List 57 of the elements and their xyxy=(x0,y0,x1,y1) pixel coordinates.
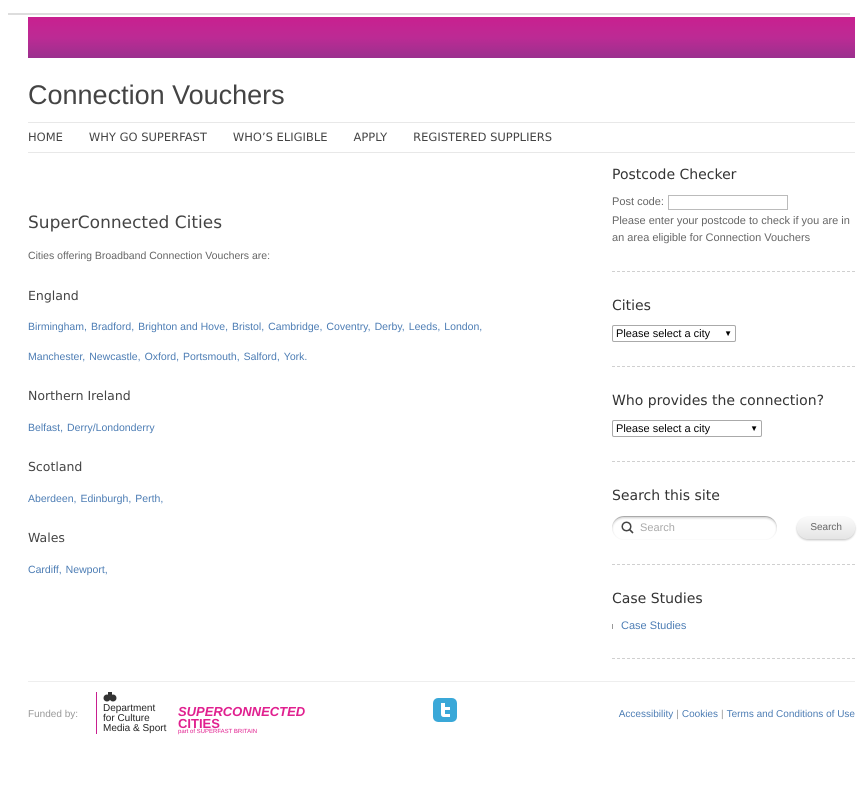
help-text: Please enter your postcode to check if you are in an area eligible for Connection Vouchers xyxy=(612,214,851,246)
city-link[interactable]: Salford, xyxy=(244,349,280,366)
link-separator: | xyxy=(720,708,724,722)
city-link[interactable]: Cardiff, xyxy=(28,562,62,578)
city-link[interactable]: Edinburgh, xyxy=(80,490,132,507)
city-select[interactable]: Please select a city ▼ xyxy=(612,420,762,438)
footer-link[interactable]: Terms and Conditions of Use xyxy=(726,707,855,722)
footer-link[interactable]: Accessibility xyxy=(618,707,674,722)
city-link[interactable]: Birmingham, xyxy=(28,319,87,336)
widget-title: Search this site xyxy=(612,487,721,506)
site-title[interactable]: Connection Vouchers xyxy=(28,78,855,112)
field-label: Post code: xyxy=(612,195,664,210)
city-link[interactable]: Belfast, xyxy=(28,420,64,436)
city-link[interactable]: Brighton and Hove, xyxy=(138,319,228,336)
city-select[interactable]: Please select a city ▼ xyxy=(612,325,736,342)
city-link[interactable]: Perth, xyxy=(135,490,164,507)
crest-icon xyxy=(103,692,117,704)
department-logo: Department for Culture Media & Sport xyxy=(96,692,178,734)
page-heading: SuperConnected Cities xyxy=(28,212,224,236)
city-link[interactable]: York. xyxy=(284,349,308,366)
city-link[interactable]: Newcastle, xyxy=(89,349,141,366)
city-link[interactable]: Aberdeen, xyxy=(28,490,76,507)
footer-link[interactable]: Cookies xyxy=(682,707,718,722)
city-link[interactable]: Manchester, xyxy=(28,349,86,366)
search-icon xyxy=(621,521,634,534)
region-heading: Scotland xyxy=(28,458,84,476)
city-link[interactable]: Bradford, xyxy=(90,319,134,336)
funded-by-label: Funded by: xyxy=(28,708,80,722)
widget-title: Postcode Checker xyxy=(612,166,738,186)
city-link[interactable]: Derry/Londonderry xyxy=(67,420,155,436)
widget-title: Case Studies xyxy=(612,590,704,609)
city-link[interactable]: London, xyxy=(444,319,482,336)
link-separator: | xyxy=(676,708,679,722)
widget-title: Who provides the connection? xyxy=(612,392,826,412)
intro-text: Cities offering Broadband Connection Vouchers are: xyxy=(28,248,272,264)
nav-link[interactable]: WHY GO SUPERFAST xyxy=(88,129,207,146)
city-link[interactable]: Cambridge, xyxy=(268,319,322,336)
city-link[interactable]: Portsmouth, xyxy=(183,349,240,366)
nav-link[interactable]: APPLY xyxy=(354,129,388,146)
city-link[interactable]: Oxford, xyxy=(144,349,179,366)
city-link[interactable]: Newport, xyxy=(66,562,108,578)
region-heading: Wales xyxy=(28,528,66,547)
widget-title: Cities xyxy=(612,297,652,316)
city-link[interactable]: Coventry, xyxy=(326,319,371,336)
sidebar-link[interactable]: Case Studies xyxy=(621,618,686,634)
postcode-field[interactable] xyxy=(668,195,788,210)
city-link[interactable]: Bristol, xyxy=(232,319,264,336)
search-button[interactable]: Search xyxy=(797,516,855,538)
nav-link[interactable]: HOME xyxy=(28,129,63,146)
bird-icon[interactable] xyxy=(433,698,457,722)
nav-link[interactable]: REGISTERED SUPPLIERS xyxy=(413,129,552,146)
city-link[interactable]: Leeds, xyxy=(408,319,440,336)
region-heading: Northern Ireland xyxy=(28,387,132,406)
region-heading: England xyxy=(28,286,80,305)
search-field[interactable]: Search xyxy=(612,516,777,540)
city-link[interactable]: Derby, xyxy=(374,319,405,336)
nav-link[interactable]: WHO’S ELIGIBLE xyxy=(232,129,328,146)
